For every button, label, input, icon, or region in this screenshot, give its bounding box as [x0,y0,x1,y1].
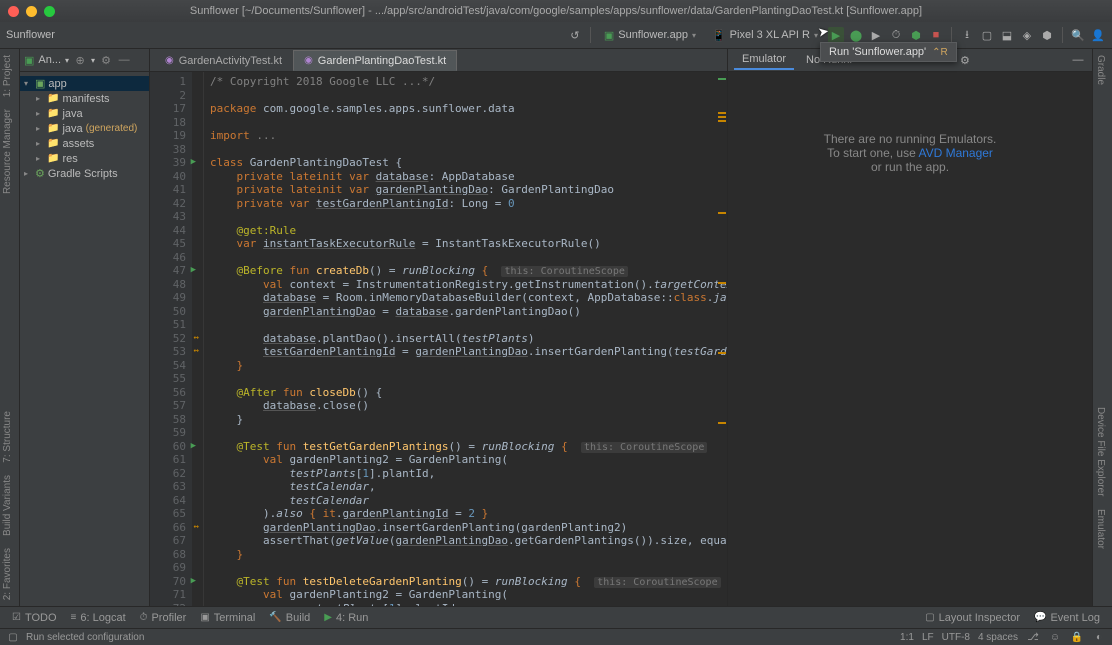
window-controls [8,6,55,17]
status-bar: ▢ Run selected configuration 1:1 LF UTF-… [0,628,1112,645]
titlebar: Sunflower [~/Documents/Sunflower] - .../… [0,0,1112,22]
encoding[interactable]: UTF-8 [942,632,970,643]
vcs-update-icon[interactable]: ⭳ [959,27,975,43]
logcat-tab[interactable]: ≡6: Logcat [65,612,132,624]
profiler-tab[interactable]: ⏱Profiler [134,612,193,624]
todo-tab[interactable]: ☑TODO [6,612,63,624]
run-app-hint: or run the app. [871,160,949,174]
window-title: Sunflower [~/Documents/Sunflower] - .../… [190,5,922,17]
avd-hint: To start one, use AVD Manager [827,146,993,160]
tree-node-res[interactable]: ▸📁 res [20,151,149,166]
event-log-tab[interactable]: 💬Event Log [1028,612,1106,624]
lock-icon[interactable]: 🔒 [1070,630,1084,644]
account-icon[interactable]: 👤 [1090,27,1106,43]
tree-node-java-gen[interactable]: ▸📁 java (generated) [20,121,149,136]
phone-icon: 📱 [712,29,726,42]
hide-panel-icon[interactable]: — [1070,52,1086,68]
kotlin-file-icon: ◉ [304,55,313,66]
bottom-tool-tabs: ☑TODO ≡6: Logcat ⏱Profiler ▣Terminal 🔨Bu… [0,606,1112,628]
tree-node-gradle[interactable]: ▸⚙ Gradle Scripts [20,166,149,181]
tree-node-java[interactable]: ▸📁 java [20,106,149,121]
run-config-selector[interactable]: ▣ Sunflower.app ▾ [598,28,702,43]
build-variants-tab[interactable]: Build Variants [0,469,19,542]
emulator-body: There are no running Emulators. To start… [728,72,1092,606]
resource-manager-tab[interactable]: Resource Manager [0,103,19,200]
stop-button[interactable]: ■ [928,27,944,43]
structure-tab[interactable]: 7: Structure [0,405,19,469]
right-tool-strip: Gradle Device File Explorer Emulator [1092,49,1112,606]
emulator-tool-tab[interactable]: Emulator [1093,503,1108,555]
run-button[interactable]: ▶ [828,27,844,43]
terminal-tab[interactable]: ▣Terminal [194,612,261,624]
attach-debugger-button[interactable]: ⬢ [908,27,924,43]
sdk-manager-icon[interactable]: ⬓ [999,27,1015,43]
tab-garden-activity-test[interactable]: ◉ GardenActivityTest.kt [154,50,293,71]
cursor-position[interactable]: 1:1 [900,632,914,643]
status-message: Run selected configuration [26,632,144,643]
profile-button[interactable]: ⏱ [888,27,904,43]
hide-icon[interactable]: — [117,53,131,67]
view-mode-label[interactable]: An... [38,54,61,66]
breadcrumb[interactable]: Sunflower [6,29,55,41]
git-branch-icon[interactable]: ⎇ [1026,630,1040,644]
avd-manager-icon[interactable]: ▢ [979,27,995,43]
tree-node-assets[interactable]: ▸📁 assets [20,136,149,151]
build-tab[interactable]: 🔨Build [263,612,316,624]
editor-scrollbar[interactable] [715,72,727,606]
run-tooltip: Run 'Sunflower.app' ⌃R [820,42,957,62]
gradle-icon[interactable]: ⬢ [1039,27,1055,43]
close-window[interactable] [8,6,19,17]
locate-icon[interactable]: ⊕ [73,53,87,67]
avd-manager-link[interactable]: AVD Manager [918,146,992,160]
project-panel-header: ▣ An... ▾ ⊕ ▾ ⚙ — [20,49,149,72]
left-tool-strip: 1: Project Resource Manager 7: Structure… [0,49,20,606]
tree-node-app[interactable]: ▾▣ app [20,76,149,91]
editor-tabs: ◉ GardenActivityTest.kt ◉ GardenPlanting… [150,49,727,72]
inspections-icon[interactable]: ☺ [1048,630,1062,644]
tab-garden-planting-dao-test[interactable]: ◉ GardenPlantingDaoTest.kt [293,50,457,71]
search-icon[interactable]: 🔍 [1070,27,1086,43]
android-icon: ▣ [604,29,614,42]
kotlin-file-icon: ◉ [165,55,174,66]
indent-info[interactable]: 4 spaces [978,632,1018,643]
emulator-panel: Emulator No Runni ⚙ — There are no runni… [727,49,1092,606]
project-panel: ▣ An... ▾ ⊕ ▾ ⚙ — ▾▣ app ▸📁 manifests ▸📁… [20,49,150,606]
no-emulator-msg: There are no running Emulators. [824,132,997,146]
gradle-tool-tab[interactable]: Gradle [1093,49,1108,91]
settings-icon[interactable]: ⚙ [99,53,113,67]
resource-manager-icon[interactable]: ◈ [1019,27,1035,43]
code-content[interactable]: /* Copyright 2018 Google LLC ...*/packag… [204,72,727,606]
minimize-window[interactable] [26,6,37,17]
device-file-explorer-tab[interactable]: Device File Explorer [1093,401,1108,502]
code-editor[interactable]: 121718193839▶4041424344454647▶4849505152… [150,72,727,606]
tool-windows-icon[interactable]: ▢ [6,630,20,644]
favorites-tab[interactable]: 2: Favorites [0,542,19,606]
editor-area: ◉ GardenActivityTest.kt ◉ GardenPlanting… [150,49,727,606]
line-gutter: 121718193839▶4041424344454647▶4849505152… [150,72,192,606]
coverage-button[interactable]: ▶ [868,27,884,43]
device-selector[interactable]: 📱 Pixel 3 XL API R ▾ [706,28,824,43]
maximize-window[interactable] [44,6,55,17]
sync-icon[interactable]: ↺ [567,27,583,43]
gear-icon[interactable]: ⚙ [957,52,973,68]
tree-node-manifests[interactable]: ▸📁 manifests [20,91,149,106]
android-view-icon: ▣ [24,54,34,67]
run-tab[interactable]: ▶4: Run [318,612,374,624]
project-tool-tab[interactable]: 1: Project [0,49,19,103]
debug-button[interactable]: ⬤ [848,27,864,43]
project-tree: ▾▣ app ▸📁 manifests ▸📁 java ▸📁 java (gen… [20,72,149,185]
emulator-tab[interactable]: Emulator [734,50,794,70]
line-ending[interactable]: LF [922,632,934,643]
process-icon[interactable]: ◐ [1092,630,1106,644]
layout-inspector-tab[interactable]: ▢Layout Inspector [919,612,1026,624]
